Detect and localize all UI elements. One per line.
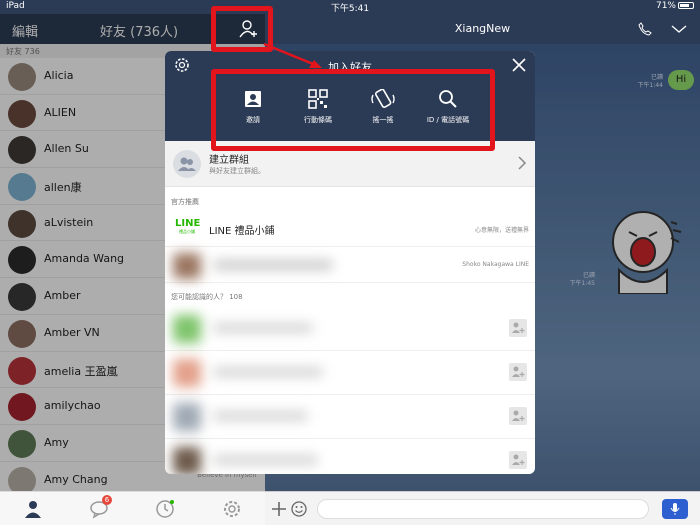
clock: 下午5:41	[330, 4, 370, 14]
timeline-tab-icon[interactable]	[155, 499, 175, 519]
highlight-add-friend	[211, 6, 273, 52]
official-account-status: Shoko Nakagawa LINE	[462, 261, 529, 268]
chat-header: XiangNew	[265, 14, 700, 44]
close-icon[interactable]	[511, 57, 527, 73]
add-person-button[interactable]	[509, 451, 527, 469]
suggested-person-row[interactable]	[165, 439, 535, 474]
highlight-add-methods	[211, 69, 495, 151]
official-account-status: 心意無限，送禮無界	[474, 227, 529, 234]
emoji-icon[interactable]	[291, 501, 307, 517]
add-person-button[interactable]	[509, 319, 527, 337]
suggested-person-row[interactable]	[165, 307, 535, 351]
blurred-name	[213, 367, 323, 377]
chevron-down-icon[interactable]	[671, 24, 687, 34]
plus-icon[interactable]	[271, 501, 287, 517]
official-account-row[interactable]: LINE 禮品小鋪 LINE 禮品小鋪 心意無限，送禮無界	[165, 211, 535, 247]
settings-tab-icon[interactable]	[222, 499, 242, 519]
suggested-person-row[interactable]	[165, 351, 535, 395]
blurred-name	[213, 411, 308, 421]
blurred-name	[213, 455, 318, 465]
blurred-avatar	[173, 315, 201, 343]
blurred-name	[213, 260, 333, 270]
chevron-right-icon	[518, 156, 527, 170]
mic-button[interactable]	[662, 499, 688, 519]
blurred-name	[213, 323, 313, 333]
message-input[interactable]	[317, 499, 649, 519]
status-bar: iPad 下午5:41 71%	[0, 0, 700, 14]
create-group-subtitle: 與好友建立群組。	[209, 167, 265, 175]
official-account-row[interactable]: Shoko Nakagawa LINE	[165, 247, 535, 283]
suggested-person-row[interactable]	[165, 395, 535, 439]
phone-icon[interactable]	[638, 22, 652, 36]
add-friend-icon	[512, 410, 525, 421]
add-friend-icon	[512, 454, 525, 465]
blurred-avatar	[173, 447, 201, 474]
add-friend-icon	[512, 322, 525, 333]
blurred-avatar	[173, 253, 201, 279]
official-section-label: 官方推薦	[171, 198, 199, 206]
chat-title: XiangNew	[454, 22, 511, 35]
battery-indicator: 71%	[656, 1, 694, 11]
message-input-bar	[265, 491, 700, 525]
microphone-icon	[670, 503, 680, 515]
friends-tab-icon[interactable]	[23, 499, 43, 519]
bottom-tab-bar: 6	[0, 491, 265, 525]
battery-icon	[678, 2, 694, 9]
add-person-button[interactable]	[509, 363, 527, 381]
chat-badge: 6	[102, 495, 112, 505]
official-account-name: LINE 禮品小鋪	[209, 226, 275, 237]
add-friend-icon	[512, 366, 525, 377]
blurred-avatar	[173, 403, 201, 431]
add-person-button[interactable]	[509, 407, 527, 425]
line-gift-shop-logo: LINE 禮品小鋪	[175, 218, 201, 235]
suggestions-section-label: 您可能認識的人？ 108	[171, 293, 243, 301]
blurred-avatar	[173, 359, 201, 387]
create-group-title: 建立群組	[209, 155, 249, 166]
group-icon	[173, 150, 201, 178]
